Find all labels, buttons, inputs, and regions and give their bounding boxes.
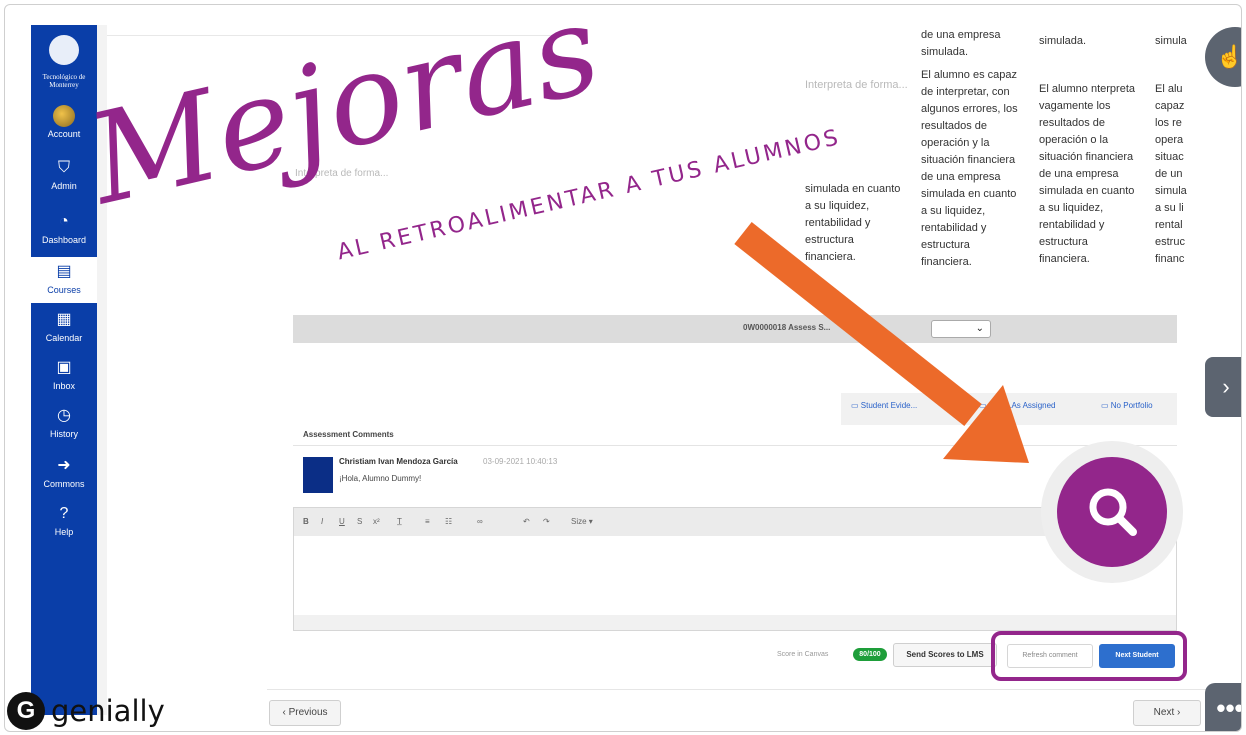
dots-icon: ••• [1216, 693, 1242, 723]
next-slide-button[interactable]: › [1205, 357, 1241, 417]
genially-logo[interactable]: G genially [7, 689, 165, 731]
search-button[interactable] [1057, 457, 1167, 567]
genially-wordmark: genially [51, 694, 165, 728]
genially-logo-icon: G [7, 692, 45, 730]
browser-frame: Tecnológico de Monterrey Account ⛉ Admin… [4, 4, 1242, 732]
chevron-right-icon: › [1222, 374, 1230, 399]
more-options-button[interactable]: ••• [1205, 683, 1242, 731]
search-icon [1089, 488, 1137, 536]
hand-icon: ☝ [1216, 44, 1242, 69]
